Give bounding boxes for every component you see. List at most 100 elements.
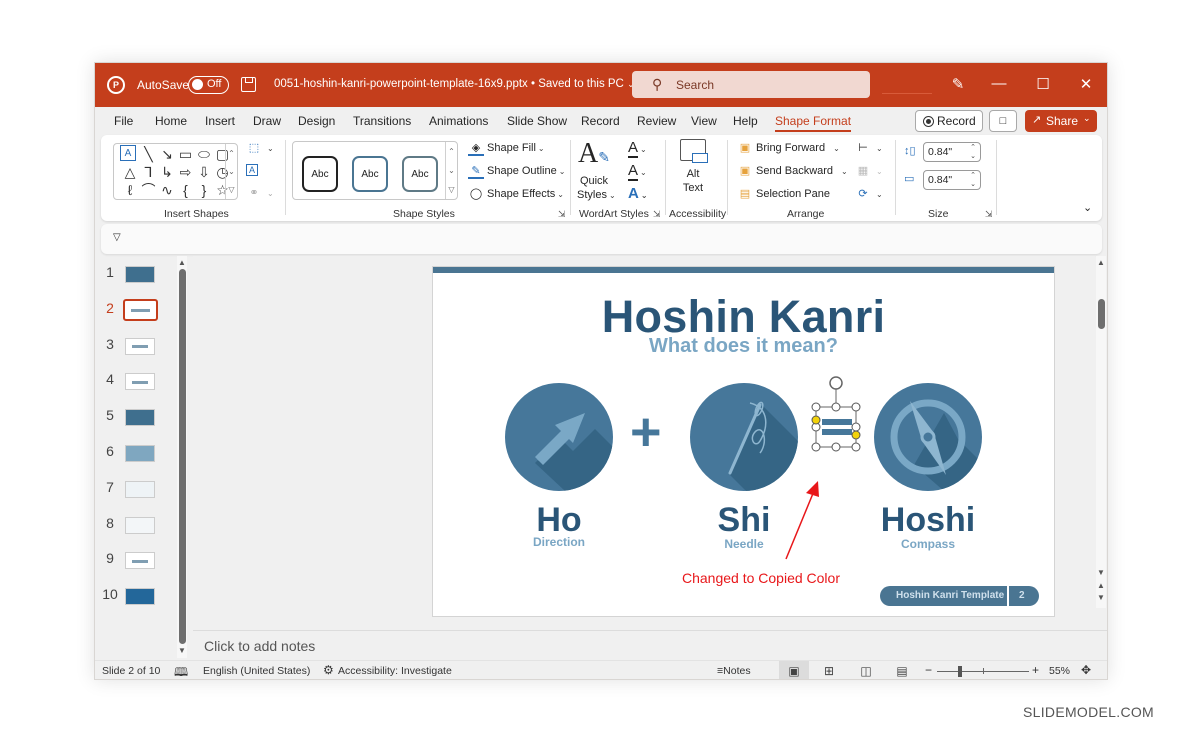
document-title[interactable]: 0051-hoshin-kanri-powerpoint-template-16… — [274, 78, 635, 90]
edit-shape-button[interactable]: ⬚ ⌄ — [246, 141, 274, 154]
zoom-level[interactable]: 55% — [1049, 665, 1070, 677]
shape-option[interactable]: ↳ — [157, 163, 177, 181]
close-button[interactable]: ✕ — [1076, 75, 1096, 93]
shapes-gallery[interactable]: A ╲ ↘ ▭ ⬭ ▢ △ ⅂ ↳ ⇨ ⇩ ◷ ℓ ⌒ ∿{} ☆ ⌃ ⌄ ▽ — [113, 143, 238, 200]
tab-transitions[interactable]: Transitions — [353, 114, 411, 128]
shape-option[interactable]: ℓ — [120, 181, 140, 199]
send-backward-button[interactable]: ▣ Send Backward ⌄ — [737, 164, 848, 177]
shape-option[interactable]: ∿ — [157, 181, 177, 199]
text-outline-button[interactable]: A ⌄ — [628, 162, 647, 181]
needle-circle[interactable] — [690, 383, 798, 491]
tab-design[interactable]: Design — [298, 114, 335, 128]
shape-styles-gallery[interactable]: Abc Abc Abc ⌃ ⌄ ▽ — [292, 141, 458, 200]
text-effects-button[interactable]: A ⌄ — [628, 185, 648, 202]
minimize-button[interactable]: — — [989, 75, 1009, 92]
spinner-arrows[interactable]: ⌃ ⌄ — [970, 171, 976, 189]
slide-thumbnail[interactable] — [125, 480, 155, 498]
selection-pane-button[interactable]: ▤ Selection Pane — [737, 187, 830, 200]
notes-button[interactable]: ≡Notes — [717, 665, 751, 677]
comments-button[interactable]: □ — [989, 110, 1017, 132]
tab-shape-format[interactable]: Shape Format — [775, 114, 852, 132]
shape-width-input[interactable]: 0.84" ⌃ ⌄ — [923, 170, 981, 190]
tab-animations[interactable]: Animations — [429, 114, 488, 128]
customize-toolbar-icon[interactable]: ▽ — [113, 232, 121, 243]
autosave-toggle[interactable]: Off — [188, 76, 229, 94]
collapse-ribbon-icon[interactable]: ⌄ — [1083, 201, 1092, 214]
alt-text-button[interactable]: Alt Text — [675, 139, 711, 195]
shape-option[interactable]: { — [176, 181, 196, 199]
tab-view[interactable]: View — [691, 114, 717, 128]
compass-circle[interactable] — [874, 383, 982, 491]
slide-thumbnail[interactable] — [125, 445, 155, 462]
scroll-up-icon[interactable]: ▲ — [177, 258, 187, 267]
scroll-down-icon[interactable]: ▼ — [177, 646, 187, 655]
scroll-up-icon[interactable]: ⌃ — [446, 142, 457, 161]
slide-scrollbar[interactable]: ▲ ▼ ▲ ▼ — [1096, 256, 1106, 608]
next-slide-icon[interactable]: ▼ — [1096, 593, 1106, 602]
word-hoshi[interactable]: Hoshi — [864, 501, 992, 540]
shape-option[interactable]: ⌒ — [139, 181, 159, 199]
bring-forward-button[interactable]: ▣ Bring Forward ⌄ — [737, 141, 840, 154]
slide-thumbnail[interactable] — [125, 409, 155, 427]
scrollbar-thumb[interactable] — [179, 269, 186, 644]
tab-home[interactable]: Home — [155, 114, 187, 128]
slide-thumbnail[interactable] — [125, 588, 155, 606]
dialog-launcher-icon[interactable]: ⇲ — [653, 209, 661, 220]
maximize-button[interactable]: ☐ — [1033, 75, 1053, 93]
shape-style-preset[interactable]: Abc — [302, 156, 338, 192]
quick-styles-button[interactable]: A✎ Quick Styles ⌄ — [577, 139, 616, 203]
text-box-button[interactable]: A — [246, 164, 261, 176]
gallery-scroll[interactable]: ⌃ ⌄ ▽ — [225, 144, 237, 199]
selected-shape[interactable] — [808, 375, 864, 467]
slide-2[interactable]: Hoshin Kanri What does it mean? + Ho Dir… — [432, 266, 1055, 617]
tab-slide-show[interactable]: Slide Show — [507, 114, 567, 128]
designer-pen-icon[interactable]: ✎ — [948, 75, 968, 93]
thumbnails-scrollbar[interactable]: ▲ ▼ — [177, 256, 187, 658]
rotate-button[interactable]: ⟳ ⌄ — [855, 187, 882, 200]
slide-show-button[interactable]: ▤ — [887, 661, 917, 679]
shape-fill-button[interactable]: ◈ Shape Fill ⌄ — [468, 141, 545, 156]
meaning-compass[interactable]: Compass — [864, 537, 992, 551]
scroll-down-icon[interactable]: ⌄ — [446, 161, 457, 180]
group-button[interactable]: ▦ ⌄ — [855, 164, 883, 177]
fit-to-window-icon[interactable]: ✥ — [1081, 663, 1091, 677]
tab-insert[interactable]: Insert — [205, 114, 235, 128]
shape-option[interactable]: ▭ — [176, 145, 196, 163]
plus-sign[interactable]: + — [630, 401, 662, 463]
tab-help[interactable]: Help — [733, 114, 758, 128]
shape-option[interactable]: A — [120, 145, 136, 161]
merge-shapes-button[interactable]: ⚭ ⌄ — [246, 186, 273, 199]
dialog-launcher-icon[interactable]: ⇲ — [558, 209, 566, 220]
direction-circle[interactable] — [505, 383, 613, 491]
shape-option[interactable]: ⇨ — [176, 163, 196, 181]
expand-gallery-icon[interactable]: ▽ — [226, 180, 237, 198]
shape-option[interactable]: ⅂ — [139, 163, 159, 181]
shape-style-preset[interactable]: Abc — [402, 156, 438, 192]
notes-pane[interactable]: Click to add notes — [193, 630, 1107, 660]
scroll-down-icon[interactable]: ▼ — [1096, 568, 1106, 577]
meaning-direction[interactable]: Direction — [505, 535, 613, 549]
slide-thumbnail[interactable] — [125, 337, 155, 355]
slide-thumbnail[interactable] — [125, 552, 155, 570]
search-input[interactable]: ⚲ Search — [632, 71, 870, 98]
share-button[interactable]: ↗ Share ⌄ — [1025, 110, 1097, 132]
slide-thumbnail[interactable] — [125, 266, 155, 283]
dialog-launcher-icon[interactable]: ⇲ — [985, 209, 993, 220]
text-fill-button[interactable]: A ⌄ — [628, 139, 647, 158]
language-indicator[interactable]: English (United States) — [203, 665, 310, 677]
shape-style-preset[interactable]: Abc — [352, 156, 388, 192]
shape-effects-button[interactable]: ◯ Shape Effects ⌄ — [468, 187, 564, 200]
zoom-slider-thumb[interactable] — [958, 666, 962, 677]
shape-option[interactable]: ↘ — [157, 145, 177, 163]
shape-option[interactable]: ╲ — [139, 145, 159, 163]
spell-check-icon[interactable]: 🕮 — [174, 663, 188, 679]
scroll-up-icon[interactable]: ▲ — [1096, 258, 1106, 267]
scroll-up-icon[interactable]: ⌃ — [226, 144, 237, 162]
gallery-scroll[interactable]: ⌃ ⌄ ▽ — [445, 142, 457, 199]
scroll-down-icon[interactable]: ⌄ — [226, 162, 237, 180]
record-button[interactable]: Record — [915, 110, 983, 132]
zoom-in-button[interactable]: + — [1032, 663, 1039, 677]
accessibility-status[interactable]: Accessibility: Investigate — [338, 665, 452, 677]
shape-option[interactable]: } — [194, 181, 214, 199]
slide-thumbnail[interactable] — [125, 516, 155, 534]
